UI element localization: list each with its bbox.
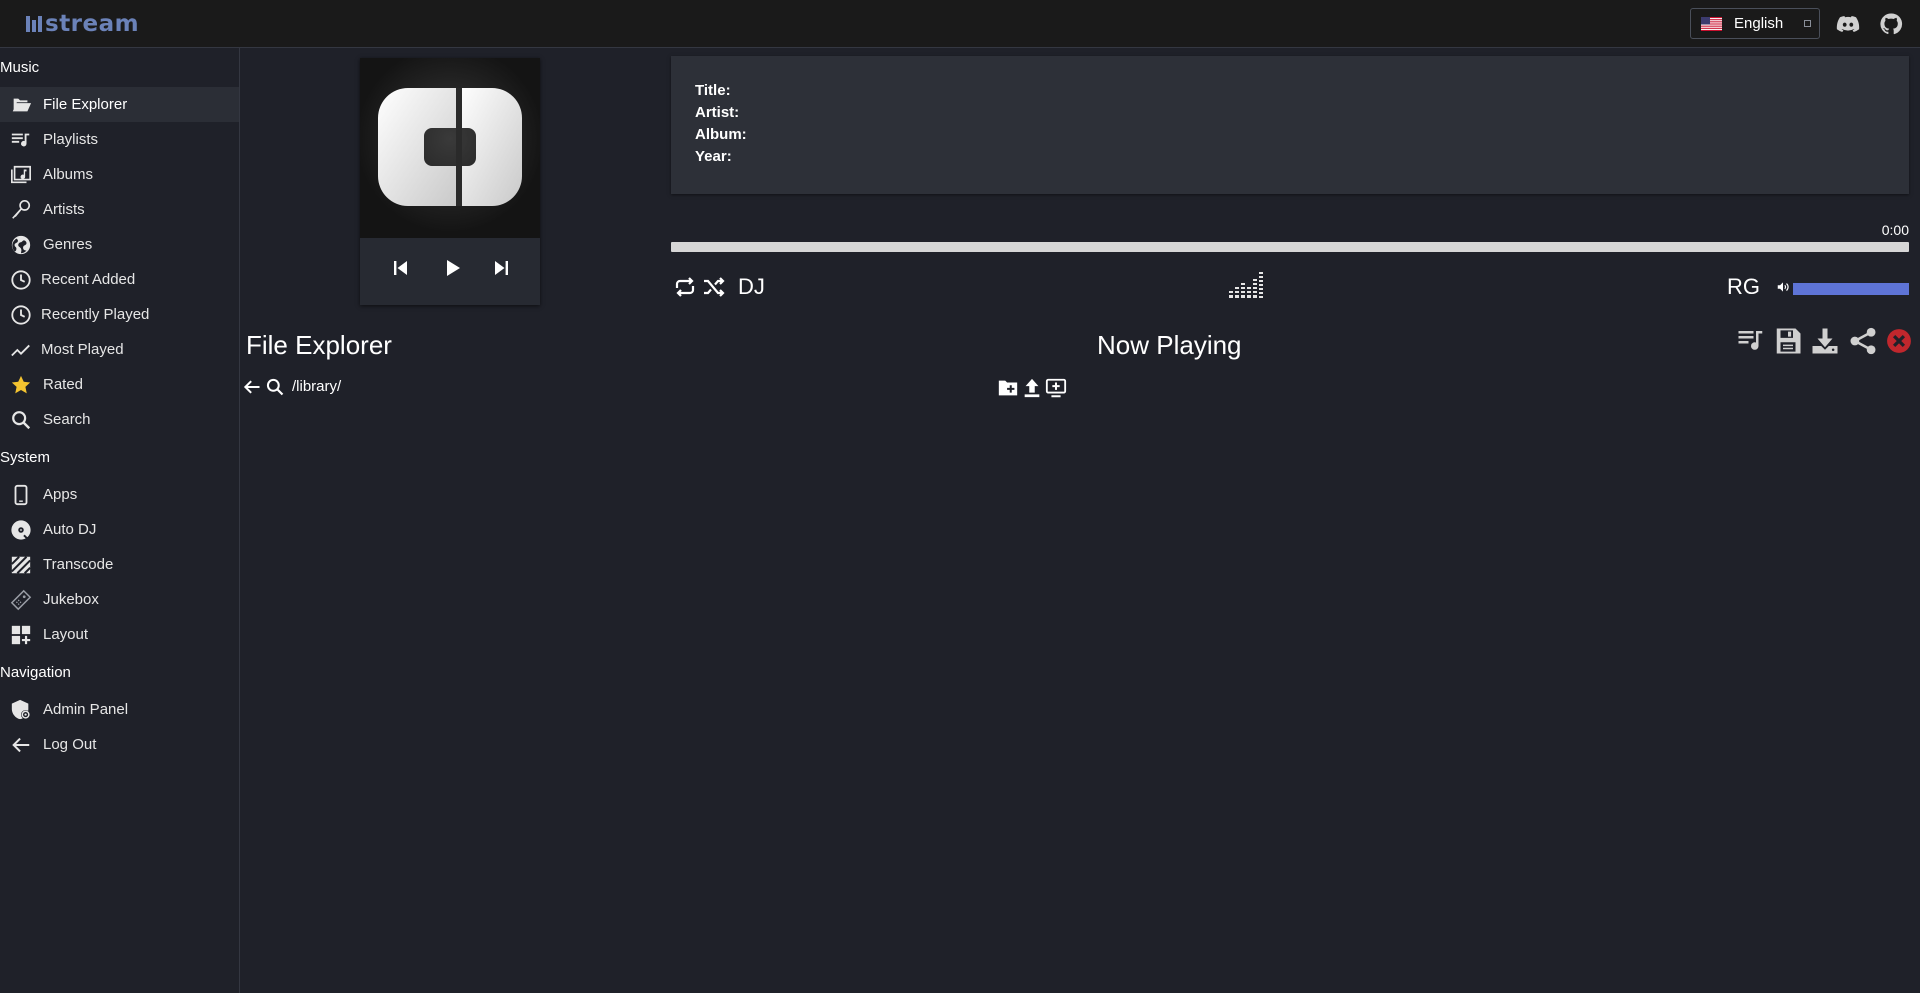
remote-icon: [10, 589, 32, 610]
logo-text: stream: [45, 11, 140, 37]
repeat-icon[interactable]: [673, 275, 697, 299]
phone-icon: [14, 484, 28, 505]
download-icon[interactable]: [1810, 326, 1840, 356]
sidebar-item-most-played[interactable]: Most Played: [0, 332, 239, 367]
sidebar-item-label: Transcode: [43, 556, 114, 573]
shuffle-icon[interactable]: [702, 275, 726, 299]
top-bar: stream English: [0, 0, 1920, 48]
upload-icon[interactable]: [1021, 377, 1043, 399]
share-icon[interactable]: [1848, 326, 1878, 356]
save-icon[interactable]: [1773, 326, 1803, 356]
dropdown-icon: [1804, 20, 1811, 27]
clock-icon: [11, 304, 31, 325]
arrow-left-icon: [12, 737, 30, 752]
volume-icon[interactable]: [1776, 280, 1790, 294]
sidebar-item-label: Apps: [43, 486, 78, 503]
album-label: Album:: [695, 126, 747, 143]
sidebar-item-albums[interactable]: Albums: [0, 157, 239, 192]
sidebar-item-recently-played[interactable]: Recently Played: [0, 297, 239, 332]
microphone-icon: [12, 199, 31, 219]
sidebar-item-artists[interactable]: Artists: [0, 192, 239, 227]
sidebar-item-label: Playlists: [43, 131, 99, 148]
sidebar-item-admin-panel[interactable]: Admin Panel: [0, 692, 239, 727]
previous-track-button[interactable]: [388, 256, 412, 280]
next-track-button[interactable]: [490, 256, 514, 280]
sidebar-item-label: Log Out: [43, 736, 97, 753]
sidebar-item-label: Search: [43, 411, 91, 428]
artist-label: Artist:: [695, 104, 740, 121]
sidebar-section-system: System: [0, 448, 51, 466]
globe-icon: [11, 235, 31, 254]
sidebar-item-label: Layout: [43, 626, 89, 643]
sidebar-item-label: File Explorer: [43, 96, 128, 113]
mstream-logo-icon: [378, 88, 522, 206]
app-logo[interactable]: stream: [26, 10, 139, 38]
album-art-panel: [360, 58, 540, 305]
sidebar: Music File Explorer Playlists Albums Art…: [0, 48, 240, 993]
now-playing-title: Now Playing: [1097, 330, 1242, 360]
playlist-icon: [11, 133, 30, 146]
sidebar-item-file-explorer[interactable]: File Explorer: [0, 87, 239, 122]
current-path: /library/: [292, 378, 342, 395]
sidebar-item-label: Recently Played: [41, 306, 150, 323]
search-icon: [12, 410, 31, 429]
trend-up-icon: [11, 344, 30, 356]
star-icon: [11, 375, 31, 393]
sidebar-item-label: Albums: [43, 166, 94, 183]
folder-open-icon: [12, 98, 32, 111]
logo-mark: [26, 16, 42, 32]
replay-gain-toggle[interactable]: RG: [1727, 274, 1760, 300]
sidebar-item-recent-added[interactable]: Recent Added: [0, 262, 239, 297]
hatch-icon: [11, 555, 31, 574]
auto-dj-toggle[interactable]: DJ: [738, 274, 765, 300]
layout-add-icon: [11, 625, 31, 644]
back-arrow-icon[interactable]: [242, 377, 262, 397]
sidebar-item-jukebox[interactable]: Jukebox: [0, 582, 239, 617]
playlist-music-icon[interactable]: [1736, 326, 1766, 356]
search-icon[interactable]: [265, 377, 285, 397]
sidebar-item-transcode[interactable]: Transcode: [0, 547, 239, 582]
elapsed-time: 0:00: [1881, 222, 1909, 238]
language-label: English: [1734, 15, 1784, 32]
title-label: Title:: [695, 82, 731, 99]
album-art: [360, 58, 540, 238]
disc-icon: [11, 519, 31, 540]
sidebar-section-music: Music: [0, 58, 40, 76]
volume-slider[interactable]: [1793, 283, 1909, 295]
us-flag-icon: [1701, 16, 1722, 31]
clock-icon: [11, 269, 31, 290]
sidebar-item-genres[interactable]: Genres: [0, 227, 239, 262]
sidebar-item-auto-dj[interactable]: Auto DJ: [0, 512, 239, 547]
sidebar-item-playlists[interactable]: Playlists: [0, 122, 239, 157]
github-icon[interactable]: [1879, 12, 1903, 36]
sidebar-item-search[interactable]: Search: [0, 402, 239, 437]
album-icon: [11, 165, 31, 183]
new-folder-icon[interactable]: [997, 377, 1019, 399]
add-to-queue-icon[interactable]: [1045, 377, 1067, 399]
track-metadata-panel: Title: Artist: Album: Year:: [671, 56, 1909, 194]
sidebar-item-label: Auto DJ: [43, 521, 97, 538]
sidebar-item-rated[interactable]: Rated: [0, 367, 239, 402]
sidebar-item-label: Artists: [43, 201, 85, 218]
language-select[interactable]: English: [1690, 8, 1820, 39]
play-button[interactable]: [440, 256, 464, 280]
shield-icon: [11, 699, 31, 719]
sidebar-item-label: Most Played: [41, 341, 124, 358]
sidebar-item-label: Genres: [43, 236, 93, 253]
sidebar-item-apps[interactable]: Apps: [0, 477, 239, 512]
progress-bar[interactable]: [671, 242, 1909, 252]
sidebar-item-label: Rated: [43, 376, 84, 393]
sidebar-section-navigation: Navigation: [0, 663, 71, 681]
sidebar-item-label: Recent Added: [41, 271, 136, 288]
year-label: Year:: [695, 148, 732, 165]
sidebar-item-label: Jukebox: [43, 591, 99, 608]
sidebar-item-log-out[interactable]: Log Out: [0, 727, 239, 762]
sidebar-item-label: Admin Panel: [43, 701, 129, 718]
file-explorer-title: File Explorer: [246, 330, 392, 360]
discord-icon[interactable]: [1836, 12, 1860, 36]
clear-queue-icon[interactable]: [1886, 328, 1912, 354]
equalizer-icon[interactable]: [1228, 271, 1266, 299]
volume-level: [1793, 283, 1909, 295]
sidebar-item-layout[interactable]: Layout: [0, 617, 239, 652]
